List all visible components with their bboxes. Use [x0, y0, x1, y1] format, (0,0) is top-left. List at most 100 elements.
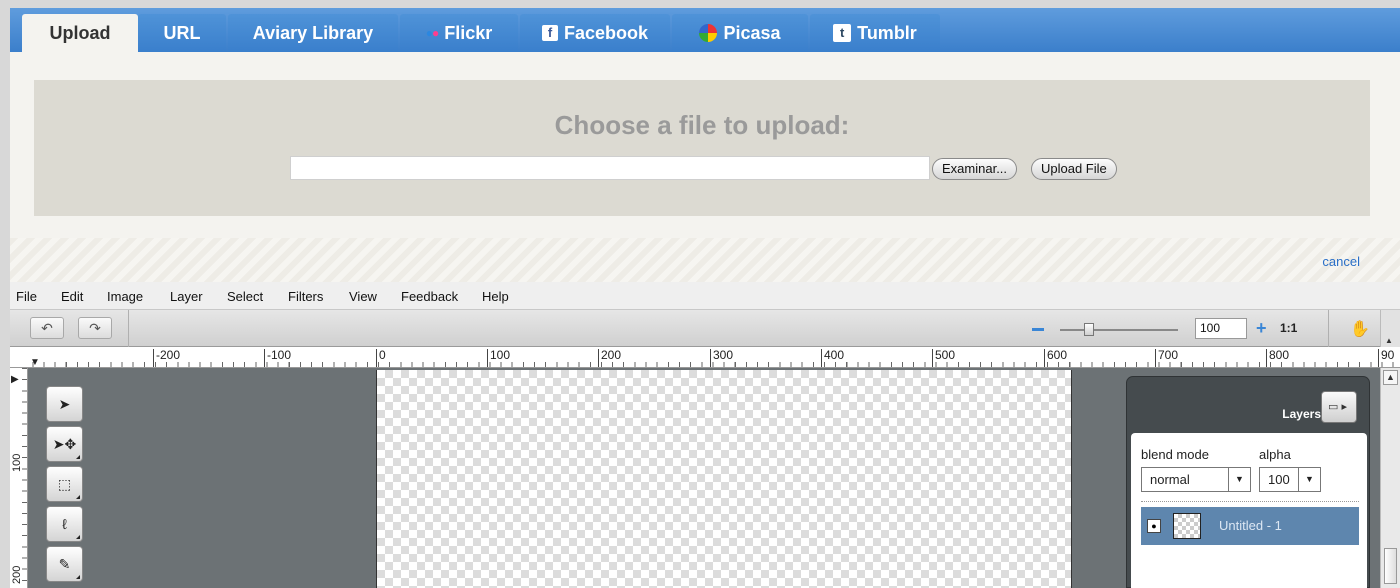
ruler-label: 100: [490, 348, 511, 362]
actual-size-button[interactable]: 1:1: [1280, 321, 1297, 335]
menu-edit[interactable]: Edit: [61, 289, 83, 304]
image-canvas[interactable]: [376, 370, 1072, 588]
ruler-major-tick: [1044, 349, 1045, 367]
ruler-ticks: [10, 362, 1400, 367]
toolbar-divider: [128, 310, 129, 347]
move-icon: ➤✥: [52, 435, 77, 452]
blend-mode-select[interactable]: normal ▼: [1141, 467, 1251, 492]
dialog-footer: [10, 238, 1400, 282]
layer-row[interactable]: ● Untitled - 1: [1141, 507, 1359, 545]
menu-layer[interactable]: Layer: [170, 289, 203, 304]
picasa-icon: [699, 24, 718, 42]
vertical-ruler: 100 200: [10, 368, 28, 588]
ruler-major-tick: [153, 349, 154, 367]
tab-url-label: URL: [163, 22, 201, 43]
ruler-corner: [10, 347, 28, 367]
blend-mode-value: normal: [1150, 472, 1190, 487]
ruler-origin-side-arrow-icon: ▶: [11, 374, 19, 385]
layer-name: Untitled - 1: [1219, 518, 1282, 533]
ruler-major-tick: [710, 349, 711, 367]
tab-upload-label: Upload: [49, 22, 111, 43]
scrollbar-thumb[interactable]: [1384, 548, 1397, 584]
tab-upload[interactable]: Upload: [22, 14, 138, 52]
zoom-slider[interactable]: [1060, 329, 1178, 331]
browse-button[interactable]: Examinar...: [932, 158, 1018, 180]
alpha-label: alpha: [1259, 447, 1291, 462]
layer-thumbnail: [1173, 513, 1201, 539]
blend-mode-label: blend mode: [1141, 447, 1209, 462]
zoom-out-icon[interactable]: [1032, 328, 1044, 331]
menu-help[interactable]: Help: [482, 289, 509, 304]
layers-menu-button[interactable]: ▭ ▸: [1321, 391, 1357, 423]
menu-file[interactable]: File: [16, 289, 37, 304]
select-arrow-icon: ➤: [58, 395, 71, 412]
pointer-tool-button[interactable]: ➤: [46, 386, 83, 422]
upload-dialog: Choose a file to upload: Examinar... Upl…: [10, 52, 1400, 282]
scroll-up-small-icon[interactable]: ▲: [1385, 336, 1393, 345]
hand-icon[interactable]: ✋: [1350, 319, 1370, 339]
upload-file-button[interactable]: Upload File: [1031, 158, 1117, 180]
chevron-down-icon: ▼: [1228, 468, 1250, 491]
scroll-up-icon[interactable]: ▲: [1383, 370, 1398, 385]
ruler-label: 400: [824, 348, 845, 362]
alpha-select[interactable]: 100 ▼: [1259, 467, 1321, 492]
layers-title: Layers: [1282, 407, 1321, 421]
undo-button[interactable]: ↶: [30, 317, 64, 339]
magic-wand-tool-button[interactable]: ✎: [46, 546, 83, 582]
vertical-ruler-label: 100: [11, 453, 23, 472]
undo-icon: ↶: [41, 320, 53, 336]
toolbar-scroll-strip: ▲: [1380, 310, 1400, 347]
redo-icon: ↷: [89, 320, 101, 336]
ruler-major-tick: [1378, 349, 1379, 367]
marquee-tool-button[interactable]: ⬚: [46, 466, 83, 502]
upload-title: Choose a file to upload:: [554, 110, 850, 140]
move-tool-button[interactable]: ➤✥: [46, 426, 83, 462]
tab-tumblr[interactable]: t Tumblr: [810, 14, 940, 52]
ruler-major-tick: [1266, 349, 1267, 367]
menu-bar: File Edit Image Layer Select Filters Vie…: [10, 282, 1400, 310]
vertical-ruler-ticks: [22, 368, 27, 588]
ruler-label: -100: [267, 348, 292, 362]
zoom-slider-thumb[interactable]: [1084, 323, 1094, 336]
menu-image[interactable]: Image: [107, 289, 143, 304]
chevron-down-icon: ▼: [1298, 468, 1320, 491]
vertical-ruler-label: 200: [11, 565, 23, 584]
tab-flickr[interactable]: ●● Flickr: [400, 14, 518, 52]
tab-url[interactable]: URL: [138, 14, 226, 52]
ruler-label: 500: [935, 348, 956, 362]
menu-feedback[interactable]: Feedback: [401, 289, 458, 304]
menu-view[interactable]: View: [349, 289, 377, 304]
marquee-icon: ⬚: [57, 475, 72, 492]
cancel-link[interactable]: cancel: [1322, 254, 1360, 269]
tab-picasa[interactable]: Picasa: [672, 14, 808, 52]
tab-facebook[interactable]: f Facebook: [520, 14, 670, 52]
ruler-major-tick: [376, 349, 377, 367]
workspace: ➤ ➤✥ ⬚ ℓ ✎ Layers ▭ ▸ blend mode alpha n…: [28, 368, 1380, 588]
tab-picasa-label: Picasa: [723, 22, 781, 43]
lasso-tool-button[interactable]: ℓ: [46, 506, 83, 542]
toolbar: ↶ ↷ 100 + 1:1 ✋: [10, 310, 1400, 347]
layers-panel: Layers ▭ ▸ blend mode alpha normal ▼ 100…: [1126, 376, 1370, 588]
folder-icon: ▭ ▸: [1328, 401, 1347, 413]
ruler-label: 300: [713, 348, 734, 362]
ruler-major-tick: [487, 349, 488, 367]
tab-tumblr-label: Tumblr: [857, 22, 917, 43]
tumblr-icon: t: [833, 24, 852, 42]
ruler-label: 700: [1158, 348, 1179, 362]
zoom-in-icon[interactable]: +: [1256, 319, 1267, 337]
tab-flickr-label: Flickr: [444, 22, 493, 43]
ruler-major-tick: [598, 349, 599, 367]
menu-select[interactable]: Select: [227, 289, 263, 304]
menu-filters[interactable]: Filters: [288, 289, 323, 304]
eye-icon[interactable]: ●: [1147, 519, 1161, 533]
ruler-major-tick: [1155, 349, 1156, 367]
upload-panel: Choose a file to upload: Examinar... Upl…: [34, 80, 1370, 216]
tab-facebook-label: Facebook: [563, 22, 649, 43]
tab-aviary-library[interactable]: Aviary Library: [228, 14, 398, 52]
file-path-field[interactable]: [290, 156, 930, 180]
zoom-input[interactable]: 100: [1195, 318, 1247, 339]
ruler-major-tick: [264, 349, 265, 367]
redo-button[interactable]: ↷: [78, 317, 112, 339]
layers-body: blend mode alpha normal ▼ 100 ▼ ● Untitl…: [1131, 433, 1367, 588]
vertical-scrollbar[interactable]: ▲: [1380, 368, 1400, 588]
